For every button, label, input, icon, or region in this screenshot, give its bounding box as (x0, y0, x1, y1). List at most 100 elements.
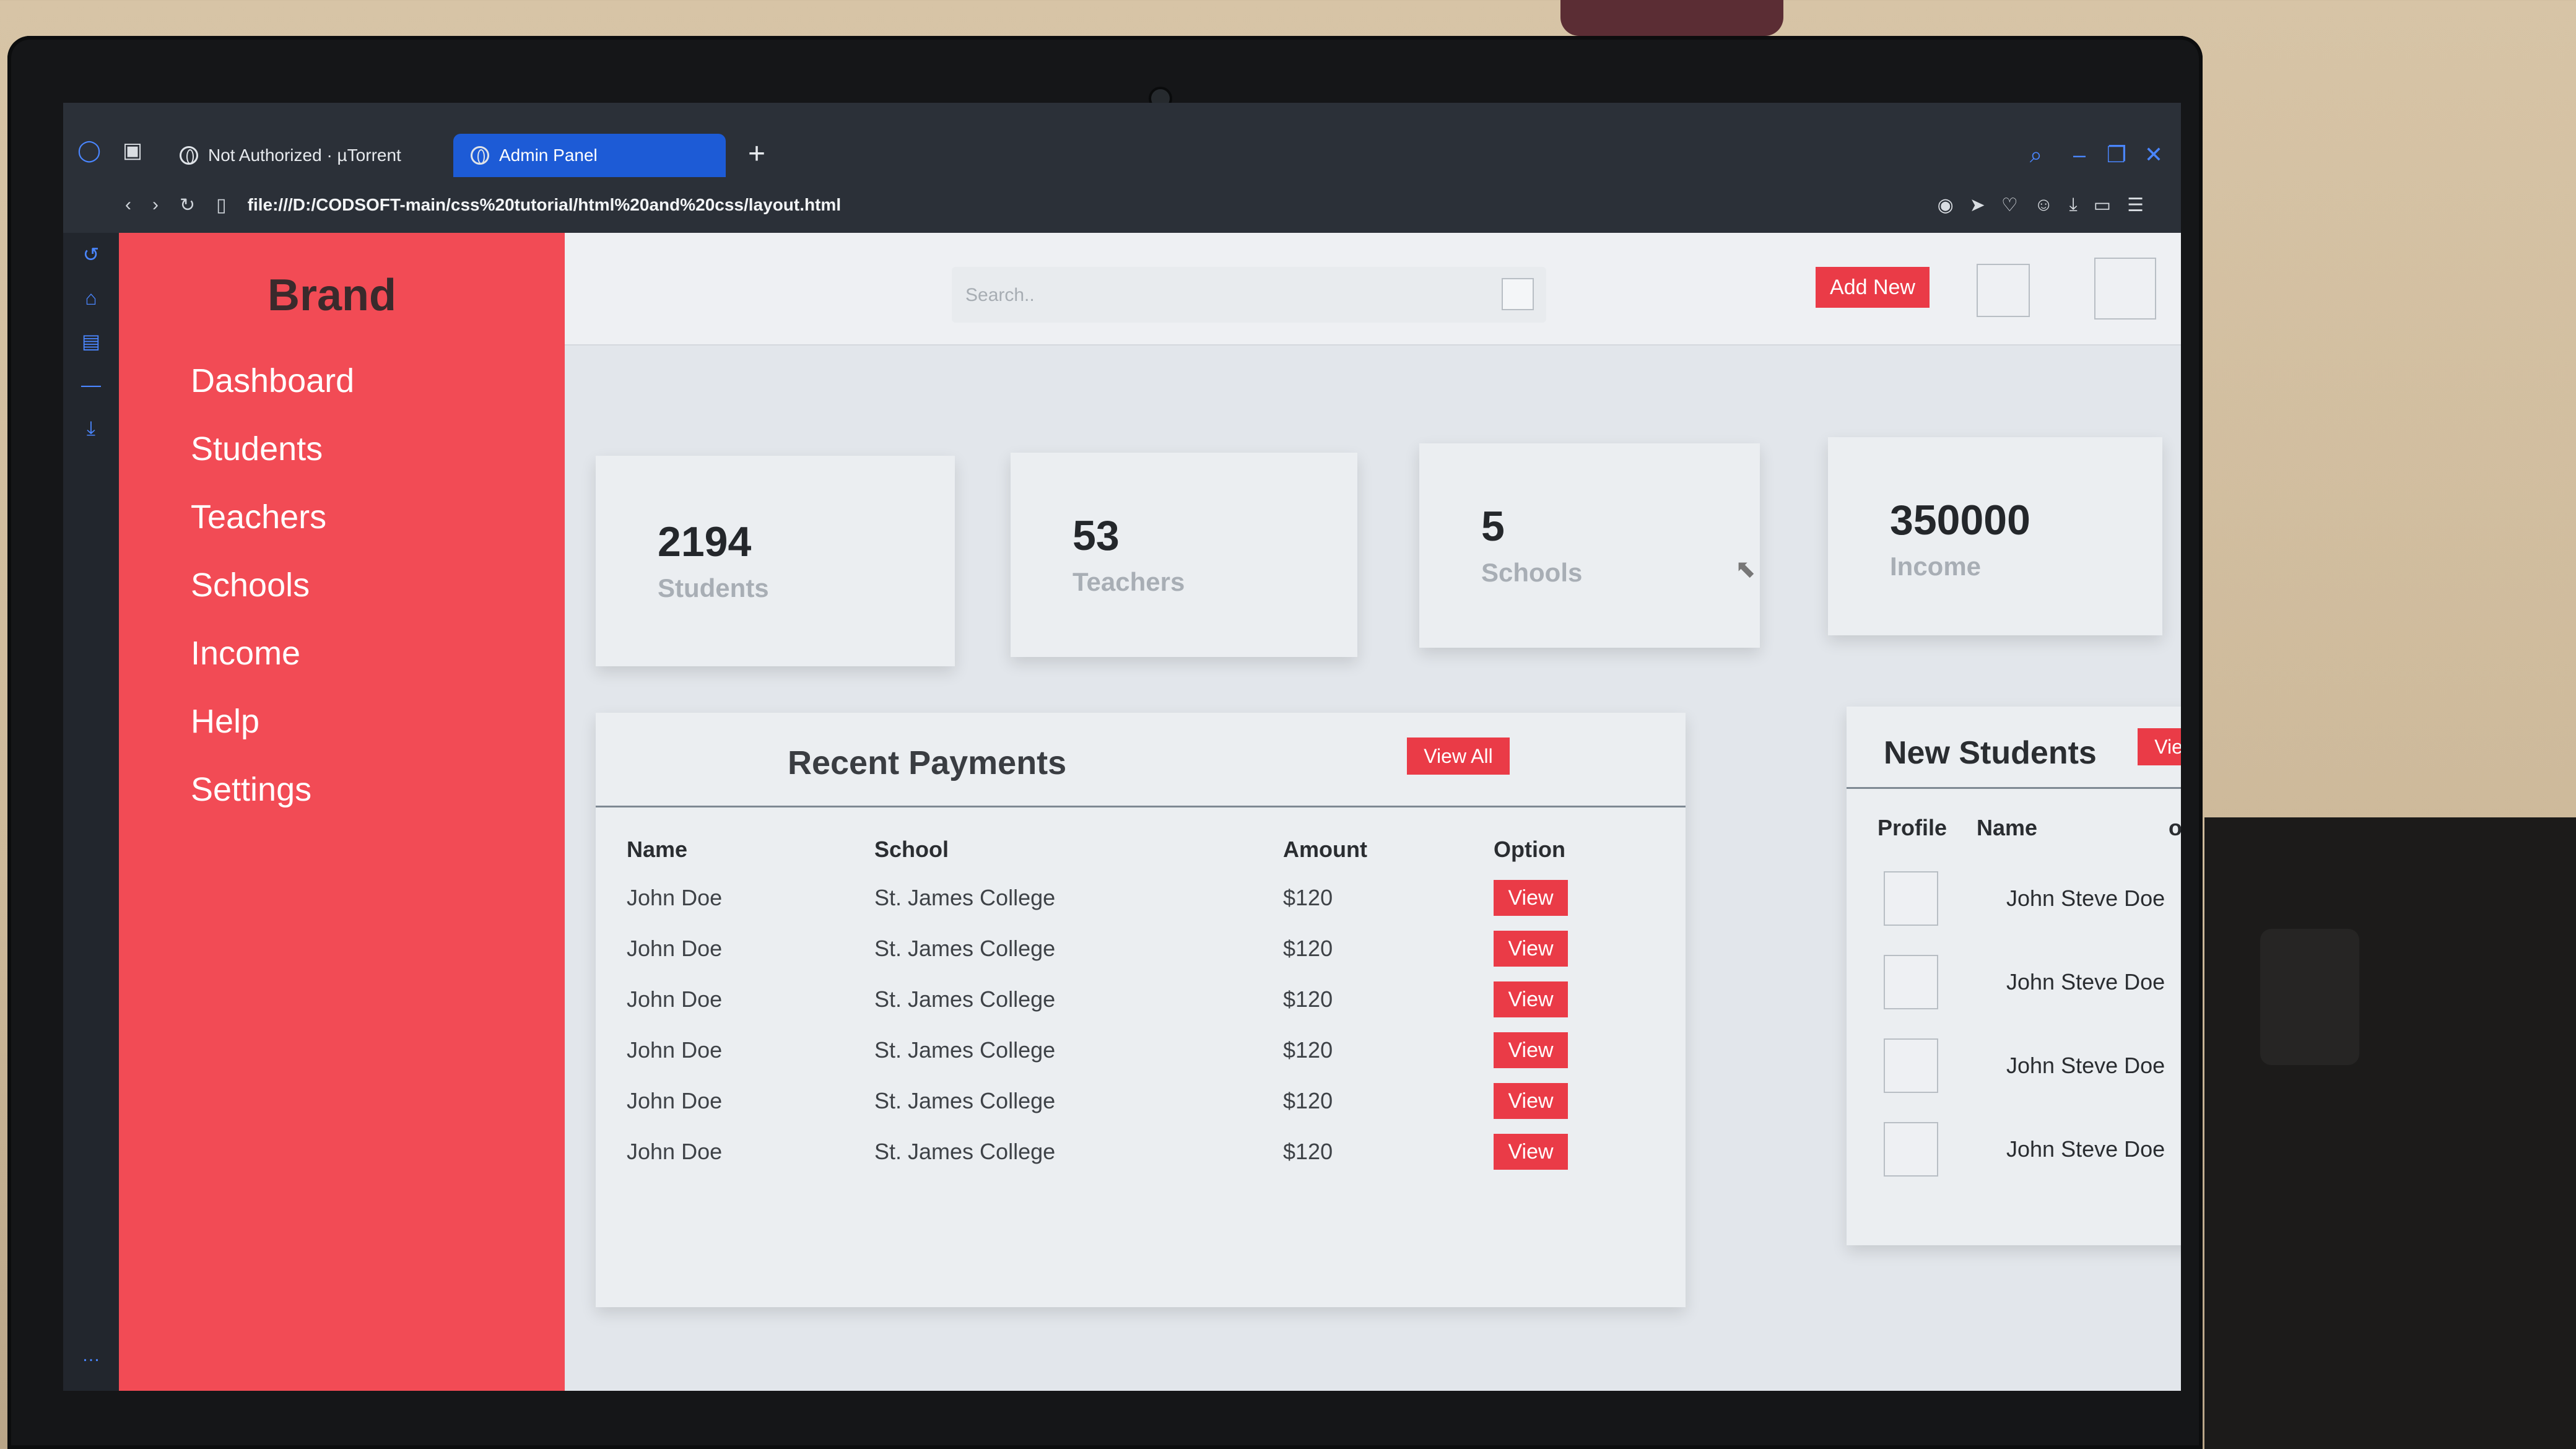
background-bottle (1560, 0, 1783, 36)
view-button[interactable]: View (1494, 1134, 1568, 1170)
table-row: John Doe St. James College $120 View (627, 1126, 1617, 1177)
profile-icon[interactable]: ☺ (2034, 194, 2053, 216)
student-name: John Steve Doe (2006, 1053, 2165, 1078)
sidebar-item-schools[interactable]: Schools (191, 567, 354, 603)
mouse-cursor-icon: ⬉ (1735, 555, 1756, 583)
url-field[interactable]: file:///D:/CODSOFT-main/css%20tutorial/h… (248, 195, 841, 215)
download-icon[interactable]: ⤓ (2069, 194, 2077, 216)
messenger-icon[interactable]: ▤ (63, 320, 119, 363)
restore-icon[interactable]: ❐ (2102, 140, 2131, 170)
laptop-bezel: ⌄ ◯ ▣ Not Authorized · µTorrent Admin Pa… (7, 36, 2203, 1449)
stat-value: 350000 (1890, 497, 2030, 544)
tab-utorrent[interactable]: Not Authorized · µTorrent (162, 134, 429, 177)
sidebar-item-dashboard[interactable]: Dashboard (191, 363, 354, 399)
view-button[interactable]: View (1494, 880, 1568, 916)
recent-payments-panel: Recent Payments View All Name School Amo… (596, 713, 1686, 1307)
add-new-button[interactable]: Add New (1816, 267, 1930, 308)
back-icon[interactable]: ‹ (125, 194, 131, 215)
reload-icon[interactable]: ↻ (180, 194, 195, 216)
sidebar-item-teachers[interactable]: Teachers (191, 499, 354, 535)
menu-icon[interactable]: ☰ (2127, 194, 2144, 216)
tab-admin-panel[interactable]: Admin Panel (453, 134, 726, 177)
table-row: John Doe St. James College $120 View (627, 974, 1617, 1025)
tab-label: Admin Panel (499, 146, 598, 165)
table-row: John Doe St. James College $120 View (627, 923, 1617, 974)
sidebar-item-settings[interactable]: Settings (191, 772, 354, 807)
downloads-icon[interactable]: ⤓ (63, 406, 119, 450)
view-button[interactable]: View (1494, 931, 1568, 967)
payments-table: Name School Amount Option John Doe St. J… (627, 837, 1617, 1177)
sidebar-item-income[interactable]: Income (191, 635, 354, 671)
camera-icon[interactable]: ◉ (1938, 194, 1954, 216)
brand-logo: Brand (268, 271, 397, 320)
table-row: John Doe St. James College $120 View (627, 872, 1617, 923)
forward-icon[interactable]: › (152, 194, 159, 215)
tab-label: Not Authorized · µTorrent (208, 146, 401, 165)
cell-name: John Doe (627, 885, 723, 910)
cell-option: View (1494, 974, 1617, 1025)
payments-view-all-button[interactable]: View All (1407, 738, 1510, 775)
stat-value: 5 (1481, 503, 1505, 550)
minimize-icon[interactable]: – (2065, 140, 2094, 170)
cell-school: St. James College (874, 986, 1056, 1012)
column-header-school: School (874, 837, 949, 862)
page-icon: ▯ (216, 194, 227, 215)
search-icon[interactable] (1502, 278, 1534, 310)
toolbar-icons: ◉ ➤ ♡ ☺ ⤓ ▭ ☰ (1938, 194, 2144, 216)
battery-icon[interactable]: ▭ (2094, 194, 2111, 216)
new-students-title: New Students (1884, 735, 2097, 771)
cell-option: View (1494, 1126, 1617, 1177)
view-button[interactable]: View (1494, 1083, 1568, 1119)
new-tab-button[interactable]: + (738, 134, 775, 177)
sidebar-item-students[interactable]: Students (191, 431, 354, 467)
globe-icon (471, 146, 489, 165)
column-header-name: Name (1977, 815, 2038, 840)
cell-name: John Doe (627, 1037, 723, 1063)
cell-option: View (1494, 1076, 1617, 1126)
stat-label: Income (1890, 552, 1982, 581)
stat-card-income: 350000 Income (1828, 437, 2162, 635)
list-item: John Steve Doe (1884, 951, 2165, 1013)
cell-school: St. James College (874, 1088, 1056, 1113)
list-item: John Steve Doe (1884, 1035, 2165, 1097)
view-button[interactable]: View (1494, 1032, 1568, 1068)
recent-payments-title: Recent Payments (788, 744, 1067, 781)
search-input[interactable] (964, 278, 1481, 313)
students-view-all-button[interactable]: View All (2138, 728, 2181, 765)
stat-label: Students (658, 573, 769, 603)
stat-card-students: 2194 Students (596, 456, 955, 666)
search-tabs-icon[interactable]: ⌕ (2021, 140, 2051, 170)
heart-icon[interactable]: ♡ (2001, 194, 2018, 216)
cell-option: View (1494, 1025, 1617, 1076)
cell-name: John Doe (627, 1139, 723, 1164)
student-avatar (1884, 1038, 1938, 1093)
column-header-option: Option (1494, 837, 1565, 862)
cell-amount: $120 (1283, 1139, 1333, 1164)
cell-school: St. James College (874, 1139, 1056, 1164)
close-icon[interactable]: ✕ (2139, 140, 2169, 170)
search-box (952, 267, 1546, 323)
cell-school: St. James College (874, 1037, 1056, 1063)
stat-label: Schools (1481, 558, 1583, 587)
cell-name: John Doe (627, 1088, 723, 1113)
background-plug (2260, 929, 2359, 1065)
avatar[interactable] (2094, 258, 2156, 320)
view-button[interactable]: View (1494, 981, 1568, 1017)
cell-option: View (1494, 872, 1617, 923)
table-row: John Doe St. James College $120 View (627, 1025, 1617, 1076)
table-row: John Doe St. James College $120 View (627, 1076, 1617, 1126)
more-icon[interactable]: … (63, 1345, 119, 1366)
send-icon[interactable]: ➤ (1970, 194, 1985, 216)
stat-label: Teachers (1073, 567, 1185, 596)
ai-icon[interactable]: ⌂ (63, 276, 119, 320)
cell-name: John Doe (627, 936, 723, 961)
stat-card-teachers: 53 Teachers (1011, 453, 1357, 657)
background-desk (2204, 817, 2576, 1449)
sidebar-item-help[interactable]: Help (191, 703, 354, 739)
student-name: John Steve Doe (2006, 1136, 2165, 1162)
tab-bar: Not Authorized · µTorrent Admin Panel + (63, 134, 2181, 177)
notification-icon[interactable] (1977, 264, 2030, 317)
cell-amount: $120 (1283, 936, 1333, 961)
history-icon[interactable]: ↺ (63, 233, 119, 276)
cell-school: St. James College (874, 936, 1056, 961)
